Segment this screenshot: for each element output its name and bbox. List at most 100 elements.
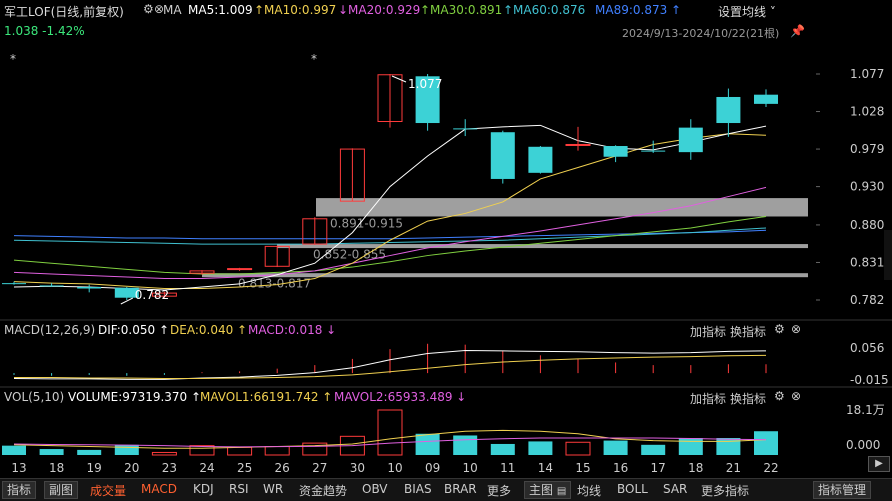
switch-indicator-button[interactable]: 换指标 [730, 323, 766, 340]
x-tick-label: 23 [162, 461, 177, 475]
x-tick-label: 19 [87, 461, 102, 475]
main-chart-button[interactable]: 主图 ▤ [524, 481, 572, 499]
tab-boll[interactable]: BOLL [617, 482, 648, 496]
volume-bar [754, 431, 778, 455]
x-tick-label: 13 [11, 461, 26, 475]
candle-body [603, 146, 628, 157]
support-zone-label: 0.891-0.915 [330, 216, 403, 230]
x-tick-label: 16 [613, 461, 628, 475]
x-tick-label: 10 [387, 461, 402, 475]
volume-bar [264, 446, 290, 456]
volume-bar [77, 449, 102, 455]
y-tick-label: 0.930 [850, 180, 884, 194]
indicator-manage-button[interactable]: 指标管理 [813, 481, 872, 499]
vol-label: VOL(5,10) [4, 390, 65, 404]
y-tick-label: 0.831 [850, 255, 884, 269]
macd-header: MACD(12,26,9) DIF:0.050 ↑ DEA:0.040 ↑ MA… [0, 321, 892, 341]
x-tick-label: 25 [237, 461, 252, 475]
tab-macd[interactable]: MACD [141, 482, 177, 496]
tab-brar[interactable]: BRAR [444, 482, 477, 496]
gear-icon[interactable]: ⚙ [774, 389, 785, 403]
candle-body [227, 268, 253, 271]
x-tick-label: 18 [688, 461, 703, 475]
x-tick-label: 22 [763, 461, 778, 475]
stack-icon: ▤ [556, 486, 567, 497]
x-tick-label: 14 [538, 461, 553, 475]
scroll-right-button[interactable]: ▶ [868, 456, 890, 472]
tab-obv[interactable]: OBV [362, 482, 388, 496]
close-icon[interactable]: ⊗ [791, 389, 801, 403]
tab-more-indicators[interactable]: 更多指标 [701, 482, 749, 499]
vol-mavol2: MAVOL2:65933.489 ↓ [334, 390, 467, 404]
volume-bar [490, 443, 515, 455]
candle-body [716, 96, 741, 124]
volume-bar [603, 440, 628, 455]
tab-more[interactable]: 更多 [487, 482, 511, 499]
switch-indicator-button[interactable]: 换指标 [730, 390, 766, 407]
volume-bar [114, 444, 139, 455]
tab-kdj[interactable]: KDJ [193, 482, 214, 496]
tab-sar[interactable]: SAR [663, 482, 687, 496]
tab-volume[interactable]: 成交量 [90, 482, 126, 499]
gear-icon[interactable]: ⚙ [774, 322, 785, 336]
macd-tick-label: 0.056 [850, 341, 884, 355]
candle-body [754, 94, 778, 104]
volume-bar [415, 433, 440, 455]
volume-tick-label: 0.000 [846, 438, 880, 452]
candle-body [528, 146, 553, 173]
x-tick-label: 27 [312, 461, 327, 475]
add-indicator-button[interactable]: 加指标 [690, 323, 726, 340]
support-zone-label: 0.813-0.817 [238, 276, 311, 290]
volume-bar [453, 435, 478, 455]
x-tick-label: 10 [463, 461, 478, 475]
macd-value: MACD:0.018 ↓ [248, 323, 337, 337]
x-tick-label: 18 [49, 461, 64, 475]
support-zone [316, 198, 808, 217]
y-tick-label: 1.077 [850, 67, 884, 81]
add-indicator-button[interactable]: 加指标 [690, 390, 726, 407]
event-star[interactable]: * [10, 52, 16, 66]
volume-chart: 18.1万0.000 [2, 403, 885, 456]
volume-bar [565, 441, 591, 456]
candle-body [641, 150, 666, 152]
tab-fund-trend[interactable]: 资金趋势 [299, 482, 347, 499]
indicator-toolbar: 指标 副图 成交量 MACD KDJ RSI WR 资金趋势 OBV BIAS … [0, 478, 892, 501]
candle-body [490, 132, 515, 179]
volume-bar [377, 409, 403, 456]
x-tick-label: 30 [350, 461, 365, 475]
y-tick-label: 0.782 [850, 293, 884, 307]
vol-volume: VOLUME:97319.370 ↑ [68, 390, 202, 404]
macd-dea: DEA:0.040 ↑ [170, 323, 248, 337]
x-axis: 13 18 19 20 23 24 25 26 27 30 10 09 10 11 14 15 16 17 18 21… [11, 461, 778, 475]
candle-body [39, 285, 64, 287]
macd-label: MACD(12,26,9) [4, 323, 96, 337]
candle-body [565, 143, 591, 146]
volume-bar [151, 451, 177, 456]
y-tick-label: 1.028 [850, 105, 884, 119]
x-tick-label: 17 [651, 461, 666, 475]
x-tick-label: 24 [199, 461, 214, 475]
low-label: 0.782 [135, 288, 169, 302]
tab-ma[interactable]: 均线 [577, 482, 601, 499]
tab-bias[interactable]: BIAS [404, 482, 432, 496]
candle-body [678, 127, 703, 153]
x-tick-label: 26 [275, 461, 290, 475]
volume-header: VOL(5,10) VOLUME:97319.370 ↑ MAVOL1:6619… [0, 388, 892, 408]
vol-mavol1: MAVOL1:66191.742 ↑ [200, 390, 333, 404]
x-tick-label: 09 [425, 461, 440, 475]
candle-body [2, 283, 26, 285]
subchart-button[interactable]: 副图 [44, 481, 79, 499]
event-star[interactable]: * [311, 52, 317, 66]
volume-bar [2, 445, 26, 455]
high-label: 1.077 [408, 77, 442, 91]
candle-body [77, 286, 102, 289]
x-tick-label: 11 [500, 461, 515, 475]
y-tick-label: 0.880 [850, 218, 884, 232]
indicator-button[interactable]: 指标 [2, 481, 37, 499]
macd-dif: DIF:0.050 ↑ [98, 323, 170, 337]
close-icon[interactable]: ⊗ [791, 322, 801, 336]
volume-bar [227, 446, 253, 456]
scrollbar[interactable] [884, 230, 892, 280]
tab-rsi[interactable]: RSI [229, 482, 249, 496]
tab-wr[interactable]: WR [263, 482, 283, 496]
